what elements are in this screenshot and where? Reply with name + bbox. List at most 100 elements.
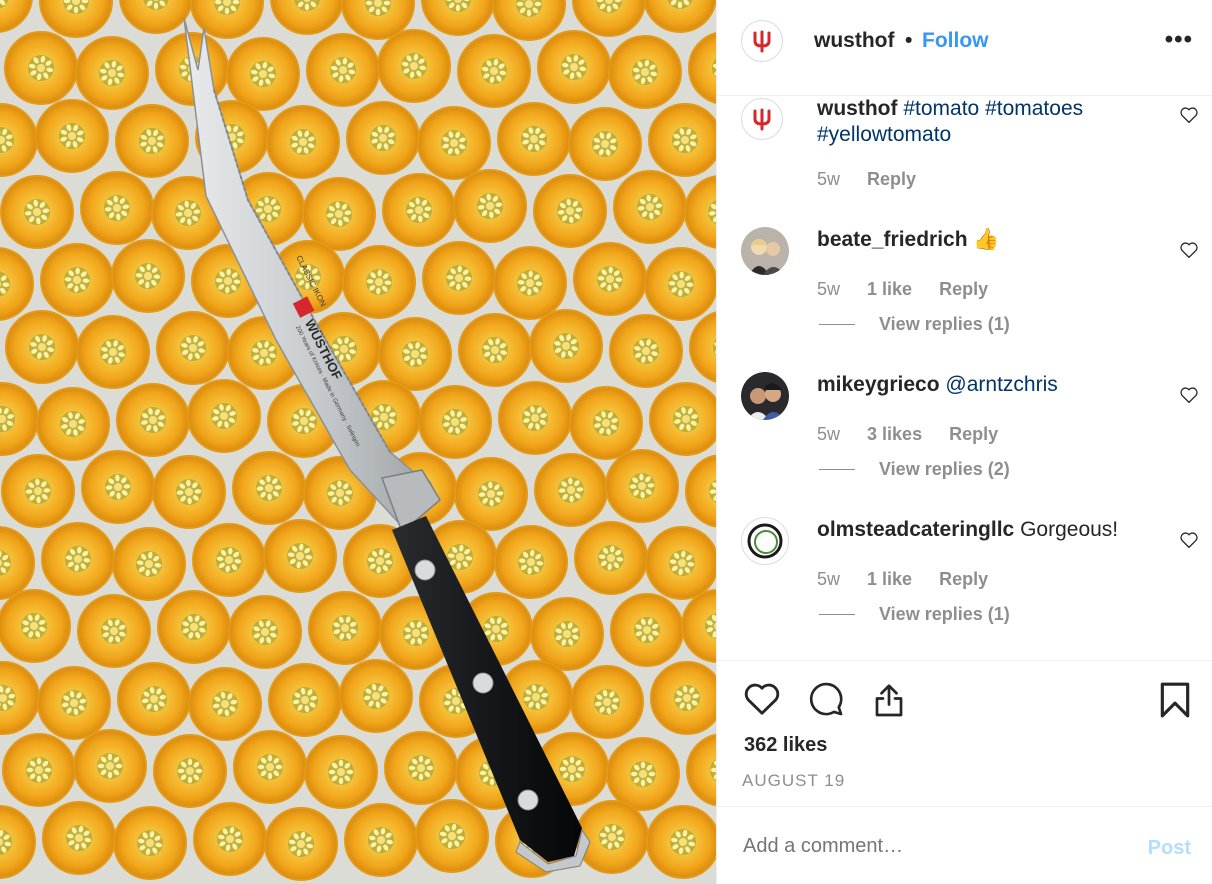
hashtag-link[interactable]: #yellowtomato — [817, 123, 951, 146]
comment-bubble-icon[interactable] — [807, 681, 845, 717]
post-username[interactable]: wusthof — [814, 29, 894, 53]
tomato-half — [458, 313, 532, 387]
comment-like-heart-icon[interactable] — [1179, 386, 1199, 404]
tomato-half — [2, 733, 76, 807]
tomato-half — [1, 454, 75, 528]
tomato-half — [268, 663, 342, 737]
tomato-half — [188, 667, 262, 741]
post-comment-button[interactable]: Post — [1148, 837, 1191, 860]
tomato-half — [688, 32, 716, 104]
comment-meta: 5w 1 like Reply — [817, 569, 1010, 590]
comment-like-heart-icon[interactable] — [1179, 241, 1199, 259]
tomato-half — [233, 730, 307, 804]
tomato-half — [0, 382, 39, 456]
tomato-half — [115, 104, 189, 178]
comment-username[interactable]: wusthof — [817, 97, 897, 120]
comment-time[interactable]: 5w — [817, 424, 840, 444]
bookmark-icon[interactable] — [1159, 681, 1191, 719]
tomato-half — [119, 0, 193, 34]
tomato-half — [646, 805, 716, 879]
tomato-half — [4, 31, 78, 105]
tomato-half — [5, 310, 79, 384]
avatar[interactable] — [741, 20, 783, 62]
comment-username[interactable]: beate_friedrich — [817, 228, 968, 251]
reply-button[interactable]: Reply — [939, 569, 988, 589]
comment-body: beate_friedrich 👍 — [817, 227, 1167, 253]
comment-like-heart-icon[interactable] — [1179, 106, 1199, 124]
tomato-half — [497, 102, 571, 176]
likes-count[interactable]: 362 likes — [744, 734, 827, 757]
tomato-half — [492, 0, 566, 41]
comment-username[interactable]: mikeygrieco — [817, 373, 940, 396]
tomato-half — [494, 525, 568, 599]
tomato-half — [81, 450, 155, 524]
tomato-half — [40, 243, 114, 317]
tomato-half — [422, 241, 496, 315]
comment-body: wusthof #tomato #tomatoes #yellowtomato — [817, 96, 1167, 148]
tomato-half — [113, 806, 187, 880]
tomato-half — [378, 317, 452, 391]
view-replies-label: View replies (2) — [879, 459, 1010, 479]
avatar[interactable] — [741, 372, 789, 420]
tomato-half — [0, 247, 34, 321]
comment-text: Gorgeous! — [1020, 518, 1119, 541]
hashtag-link[interactable]: #tomato — [903, 97, 979, 120]
tomato-half — [35, 99, 109, 173]
comment-time[interactable]: 5w — [817, 569, 840, 589]
tomato-half — [270, 0, 344, 35]
add-comment-bar: Post — [717, 806, 1212, 884]
view-replies-button[interactable]: View replies (1) — [819, 604, 1010, 625]
comment-input[interactable] — [743, 835, 1103, 858]
tomato-half — [304, 735, 378, 809]
heart-outline-icon[interactable] — [743, 681, 781, 717]
reply-button[interactable]: Reply — [939, 279, 988, 299]
tomato-half — [117, 662, 191, 736]
share-upload-icon[interactable] — [871, 681, 907, 719]
tomato-half — [302, 177, 376, 251]
comment-like-heart-icon[interactable] — [1179, 531, 1199, 549]
tomato-half — [232, 451, 306, 525]
tomato-half — [0, 526, 35, 600]
tomato-half — [454, 457, 528, 531]
avatar[interactable] — [741, 517, 789, 565]
comment-time[interactable]: 5w — [817, 169, 840, 189]
post-photo[interactable]: WÜSTHOF CLASSIC IKON 200 Years of Knives… — [0, 0, 716, 884]
tomato-half — [574, 521, 648, 595]
tomato-half — [39, 0, 113, 38]
tomato-half — [681, 589, 716, 663]
comment-likes[interactable]: 1 like — [867, 569, 912, 589]
avatar[interactable] — [741, 227, 789, 275]
comment-meta: 5w Reply — [817, 169, 938, 190]
tomato-half — [42, 801, 116, 875]
circle-logo-icon — [747, 523, 783, 559]
mention-link[interactable]: @arntzchris — [945, 373, 1057, 396]
follow-button[interactable]: Follow — [922, 29, 989, 53]
tomato-half — [77, 594, 151, 668]
tomato-half — [570, 665, 644, 739]
comment-body: mikeygrieco @arntzchris — [817, 372, 1167, 398]
tomato-half — [156, 311, 230, 385]
comment-username[interactable]: olmsteadcateringllc — [817, 518, 1014, 541]
user-photo-icon — [741, 227, 789, 275]
avatar[interactable] — [741, 98, 783, 140]
reply-button[interactable]: Reply — [949, 424, 998, 444]
tomato-half — [377, 29, 451, 103]
comment-time[interactable]: 5w — [817, 279, 840, 299]
more-options-icon[interactable]: ••• — [1165, 26, 1193, 54]
tomato-half — [689, 311, 716, 383]
tomato-half — [686, 733, 716, 807]
tomato-half — [685, 454, 716, 528]
view-replies-button[interactable]: View replies (1) — [819, 314, 1010, 335]
view-replies-button[interactable]: View replies (2) — [819, 459, 1010, 480]
tomato-half — [648, 103, 716, 177]
tomato-half — [0, 103, 38, 177]
reply-button[interactable]: Reply — [867, 169, 916, 189]
replies-divider-line — [819, 614, 855, 615]
tomato-half — [609, 314, 683, 388]
post-date[interactable]: AUGUST 19 — [742, 771, 845, 791]
tomato-half — [36, 387, 110, 461]
comment-likes[interactable]: 3 likes — [867, 424, 922, 444]
comment-likes[interactable]: 1 like — [867, 279, 912, 299]
tomato-half — [344, 803, 418, 877]
hashtag-link[interactable]: #tomatoes — [985, 97, 1083, 120]
